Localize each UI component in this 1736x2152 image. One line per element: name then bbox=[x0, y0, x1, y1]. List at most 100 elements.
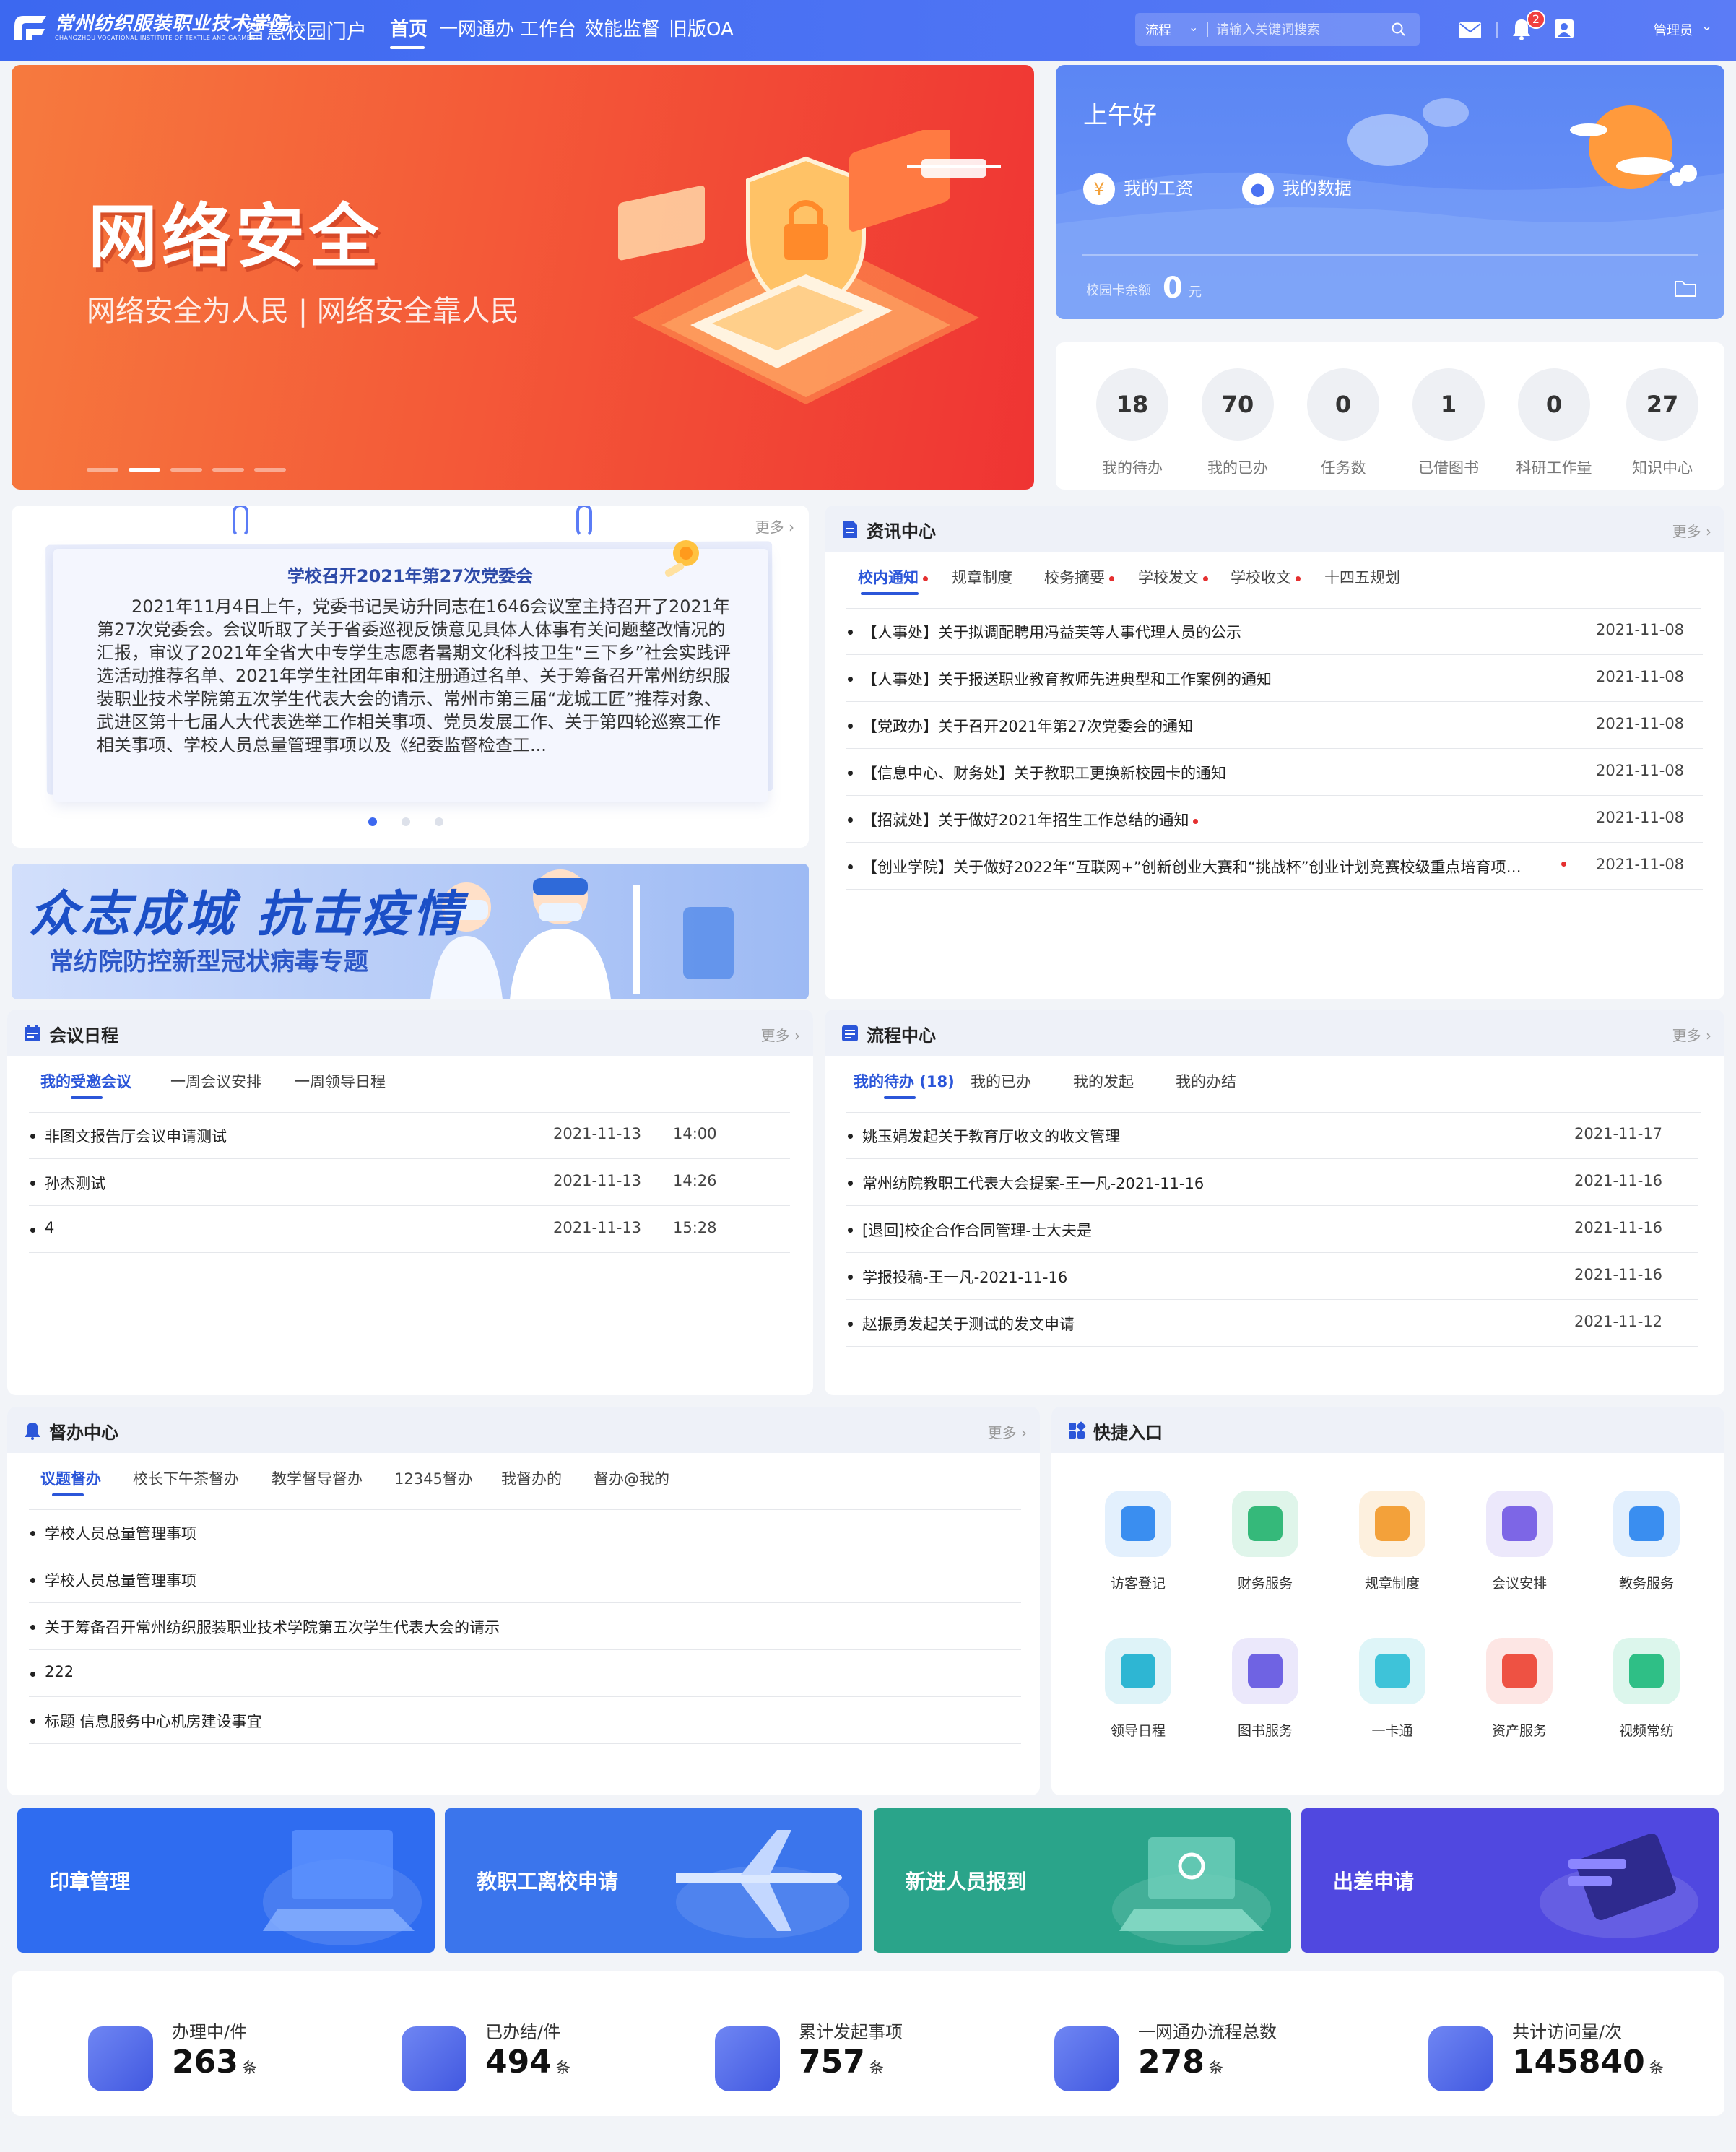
notice-title[interactable]: 学校召开2021年第27次党委会 bbox=[12, 562, 809, 587]
quick-regulations[interactable]: 规章制度 bbox=[1349, 1491, 1436, 1592]
tile-seal-management[interactable]: 印章管理 bbox=[17, 1808, 435, 1953]
more-label: 更多 bbox=[1672, 523, 1701, 540]
banner-dot[interactable] bbox=[254, 468, 286, 472]
tab-topic-supervision[interactable]: 议题督办 bbox=[40, 1467, 101, 1489]
news-more-link[interactable]: 更多 › bbox=[1672, 520, 1711, 541]
quick-visitor-registration[interactable]: 访客登记 bbox=[1095, 1491, 1181, 1592]
stat-tasks[interactable]: 0 任务数 bbox=[1293, 368, 1394, 478]
tile-business-trip[interactable]: 出差申请 bbox=[1301, 1808, 1719, 1953]
bullet bbox=[30, 1181, 35, 1186]
stat-done[interactable]: 70 我的已办 bbox=[1187, 368, 1288, 478]
list-item[interactable]: 赵振勇发起关于测试的发文申请 2021-11-12 bbox=[846, 1300, 1698, 1347]
quick-library-service[interactable]: 图书服务 bbox=[1222, 1638, 1308, 1740]
school-logo-icon[interactable] bbox=[10, 12, 51, 45]
quick-leader-schedule[interactable]: 领导日程 bbox=[1095, 1638, 1181, 1740]
tab-school-documents[interactable]: 学校发文 bbox=[1138, 566, 1208, 588]
quick-meeting-arrangement[interactable]: 会议安排 bbox=[1476, 1491, 1563, 1592]
epidemic-banner[interactable]: 众志成城 抗击疫情 常纺院防控新型冠状病毒专题 bbox=[12, 864, 809, 999]
quick-video[interactable]: 视频常纺 bbox=[1603, 1638, 1690, 1740]
tab-weekly-leader-schedule[interactable]: 一周领导日程 bbox=[295, 1070, 386, 1092]
supervision-title: 督办中心 bbox=[49, 1423, 118, 1443]
list-item[interactable]: 【人事处】关于拟调配聘用冯益芙等人事代理人员的公示 2021-11-08 bbox=[846, 608, 1703, 655]
tab-my-supervision[interactable]: 我督办的 bbox=[501, 1467, 562, 1489]
quick-asset-service[interactable]: 资产服务 bbox=[1476, 1638, 1563, 1740]
list-item[interactable]: 常州纺院教职工代表大会提案-王一凡-2021-11-16 2021-11-16 bbox=[846, 1159, 1698, 1206]
banner-dot[interactable] bbox=[212, 468, 244, 472]
list-item[interactable]: 222 bbox=[29, 1650, 1021, 1697]
quick-finance-service[interactable]: 财务服务 bbox=[1222, 1491, 1308, 1592]
list-item[interactable]: 学校人员总量管理事项 bbox=[29, 1556, 1021, 1603]
active-tab-indicator bbox=[52, 1493, 84, 1496]
carousel-dot[interactable] bbox=[435, 817, 443, 826]
stat-todo[interactable]: 18 我的待办 bbox=[1082, 368, 1183, 478]
my-data-link[interactable]: ● 我的数据 bbox=[1242, 173, 1352, 205]
stat-books[interactable]: 1 已借图书 bbox=[1398, 368, 1499, 478]
my-salary-link[interactable]: ¥ 我的工资 bbox=[1083, 173, 1193, 205]
nav-old-oa[interactable]: 旧版OA bbox=[669, 14, 734, 41]
search-icon[interactable] bbox=[1391, 22, 1407, 38]
tile-staff-leave[interactable]: 教职工离校申请 bbox=[445, 1808, 862, 1953]
card-balance-unit: 元 bbox=[1189, 285, 1202, 300]
list-item[interactable]: 【党政办】关于召开2021年第27次党委会的通知 2021-11-08 bbox=[846, 702, 1703, 749]
chevron-down-icon[interactable]: ⌄ bbox=[1189, 20, 1198, 34]
tab-weekly-meetings[interactable]: 一周会议安排 bbox=[170, 1070, 261, 1092]
tab-five-year-plan[interactable]: 十四五规划 bbox=[1324, 566, 1400, 588]
stat-tasks-label: 任务数 bbox=[1320, 459, 1366, 477]
list-item[interactable]: [退回]校企合作合同管理-士大夫是 2021-11-16 bbox=[846, 1206, 1698, 1253]
list-item[interactable]: 【招就处】关于做好2021年招生工作总结的通知 2021-11-08 bbox=[846, 796, 1703, 843]
list-item[interactable]: 关于筹备召开常州纺织服装职业技术学院第五次学生代表大会的请示 bbox=[29, 1603, 1021, 1650]
banner-dot-active[interactable] bbox=[129, 468, 160, 472]
user-icon[interactable] bbox=[1554, 19, 1574, 39]
nav-workbench[interactable]: 工作台 bbox=[520, 14, 576, 41]
tab-regulations[interactable]: 规章制度 bbox=[952, 566, 1012, 588]
folder-icon[interactable] bbox=[1674, 279, 1697, 298]
tile-new-staff[interactable]: 新进人员报到 bbox=[874, 1808, 1291, 1953]
tab-received-documents[interactable]: 学校收文 bbox=[1231, 566, 1301, 588]
mail-icon[interactable] bbox=[1459, 22, 1482, 39]
meeting-more-link[interactable]: 更多 › bbox=[761, 1024, 800, 1045]
tab-my-initiated[interactable]: 我的发起 bbox=[1073, 1070, 1134, 1092]
process-item-title: 常州纺院教职工代表大会提案-王一凡-2021-11-16 bbox=[862, 1175, 1205, 1192]
user-name[interactable]: 管理员 bbox=[1654, 20, 1693, 39]
nav-one-stop[interactable]: 一网通办 bbox=[439, 14, 514, 41]
banner-dot[interactable] bbox=[170, 468, 202, 472]
hero-banner[interactable]: 网络安全 网络安全为人民 | 网络安全靠人民 bbox=[12, 65, 1034, 490]
list-item[interactable]: 学报投稿-王一凡-2021-11-16 2021-11-16 bbox=[846, 1253, 1698, 1300]
list-item[interactable]: 【信息中心、财务处】关于教职工更换新校园卡的通知 2021-11-08 bbox=[846, 749, 1703, 796]
chevron-down-icon[interactable]: ⌄ bbox=[1701, 19, 1712, 34]
supervision-item-title: 学校人员总量管理事项 bbox=[45, 1525, 196, 1543]
stat-knowledge[interactable]: 27 知识中心 bbox=[1612, 368, 1713, 478]
list-item[interactable]: 【创业学院】关于做好2022年“互联网+”创新创业大赛和“挑战杯”创业计划竞赛校… bbox=[846, 843, 1703, 890]
list-item[interactable]: 学校人员总量管理事项 bbox=[29, 1509, 1021, 1556]
carousel-dot[interactable] bbox=[402, 817, 410, 826]
tab-my-done[interactable]: 我的已办 bbox=[971, 1070, 1031, 1092]
list-item[interactable]: 4 2021-11-13 15:28 bbox=[29, 1206, 790, 1253]
tab-campus-notice[interactable]: 校内通知 bbox=[858, 566, 928, 588]
quick-academic-service[interactable]: 教务服务 bbox=[1603, 1491, 1690, 1592]
tab-my-completed[interactable]: 我的办结 bbox=[1176, 1070, 1236, 1092]
supervision-more-link[interactable]: 更多 › bbox=[988, 1421, 1027, 1442]
nav-home[interactable]: 首页 bbox=[390, 14, 428, 41]
tab-my-todo[interactable]: 我的待办 (18) bbox=[854, 1070, 955, 1092]
search-input[interactable] bbox=[1216, 17, 1382, 42]
tab-12345-supervision[interactable]: 12345督办 bbox=[394, 1467, 473, 1489]
list-item[interactable]: 孙杰测试 2021-11-13 14:26 bbox=[29, 1159, 790, 1206]
banner-dot[interactable] bbox=[87, 468, 118, 472]
nav-efficiency[interactable]: 效能监督 bbox=[585, 14, 660, 41]
tab-principal-tea-supervision[interactable]: 校长下午茶督办 bbox=[133, 1467, 239, 1489]
stat-research[interactable]: 0 科研工作量 bbox=[1503, 368, 1605, 478]
list-item[interactable]: 非图文报告厅会议申请测试 2021-11-13 14:00 bbox=[29, 1112, 790, 1159]
tab-invited-meetings[interactable]: 我的受邀会议 bbox=[40, 1070, 131, 1092]
list-item-title: 【人事处】关于拟调配聘用冯益芙等人事代理人员的公示 bbox=[862, 624, 1241, 641]
tab-teaching-supervision[interactable]: 教学督导督办 bbox=[272, 1467, 363, 1489]
quick-campus-card[interactable]: 一卡通 bbox=[1349, 1638, 1436, 1740]
list-item[interactable]: 【人事处】关于报送职业教育教师先进典型和工作案例的通知 2021-11-08 bbox=[846, 655, 1703, 702]
tab-affairs-summary[interactable]: 校务摘要 bbox=[1044, 566, 1114, 588]
process-more-link[interactable]: 更多 › bbox=[1672, 1024, 1711, 1045]
tab-supervision-at-me[interactable]: 督办@我的 bbox=[594, 1467, 669, 1489]
notice-more-link[interactable]: 更多 › bbox=[755, 516, 794, 537]
search-type-select[interactable]: 流程 bbox=[1145, 20, 1171, 39]
list-item[interactable]: 姚玉娟发起关于教育厅收文的收文管理 2021-11-17 bbox=[846, 1112, 1698, 1159]
carousel-dot-active[interactable] bbox=[368, 817, 377, 826]
list-item[interactable]: 标题 信息服务中心机房建设事宜 bbox=[29, 1697, 1021, 1744]
